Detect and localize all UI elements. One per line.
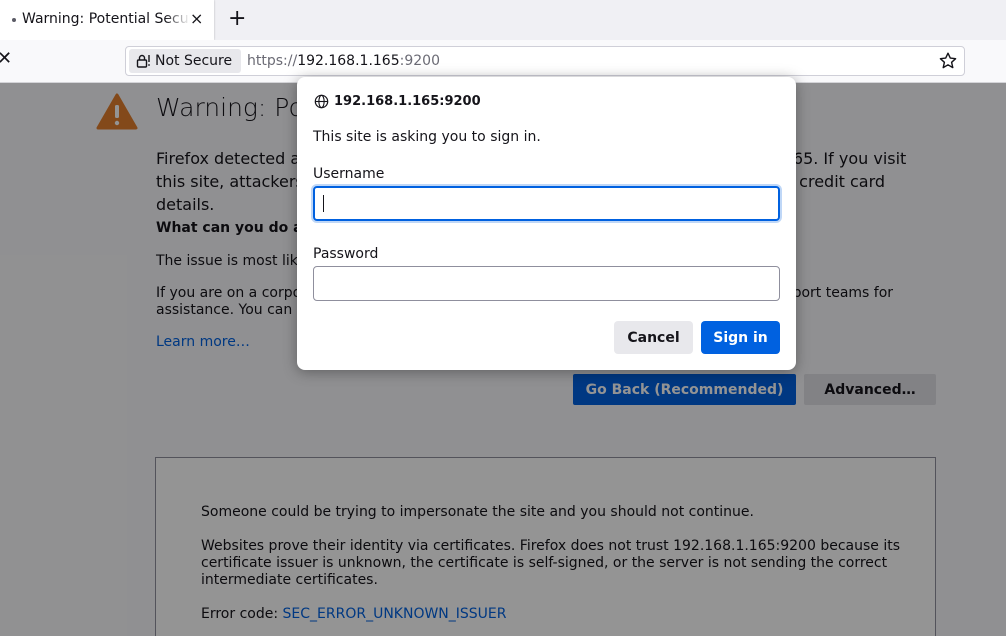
password-label: Password [313,246,379,262]
stop-icon[interactable]: ✕ [0,48,12,69]
url-port: :9200 [399,53,440,69]
username-label: Username [313,166,385,182]
globe-icon [314,94,329,109]
password-field[interactable] [313,266,780,301]
site-identity-button[interactable]: Not Secure [129,49,241,73]
tab-close-icon[interactable]: × [190,9,203,28]
lock-warning-icon [136,54,150,68]
tab-title: Warning: Potential Security Risk Ahead [22,11,190,27]
bookmark-star-icon[interactable] [938,51,958,71]
sign-in-dialog: 192.168.1.165:9200 This site is asking y… [297,77,796,370]
dialog-host: 192.168.1.165:9200 [334,94,481,109]
tab-loading-dot-icon [12,18,16,22]
tab-warning[interactable]: Warning: Potential Security Risk Ahead × [0,0,214,40]
url-text[interactable]: https://192.168.1.165:9200 [247,53,440,69]
cancel-button[interactable]: Cancel [614,321,693,354]
text-caret [323,195,324,212]
sign-in-button[interactable]: Sign in [701,321,780,354]
not-secure-label: Not Secure [155,53,233,69]
dialog-message: This site is asking you to sign in. [313,129,541,145]
url-scheme: https:// [247,53,298,69]
url-host: 192.168.1.165 [297,53,400,69]
tab-strip: Warning: Potential Security Risk Ahead ×… [0,0,1006,40]
username-field[interactable] [311,184,782,223]
url-bar[interactable]: Not Secure https://192.168.1.165:9200 [125,46,965,76]
new-tab-icon[interactable]: + [228,6,246,32]
